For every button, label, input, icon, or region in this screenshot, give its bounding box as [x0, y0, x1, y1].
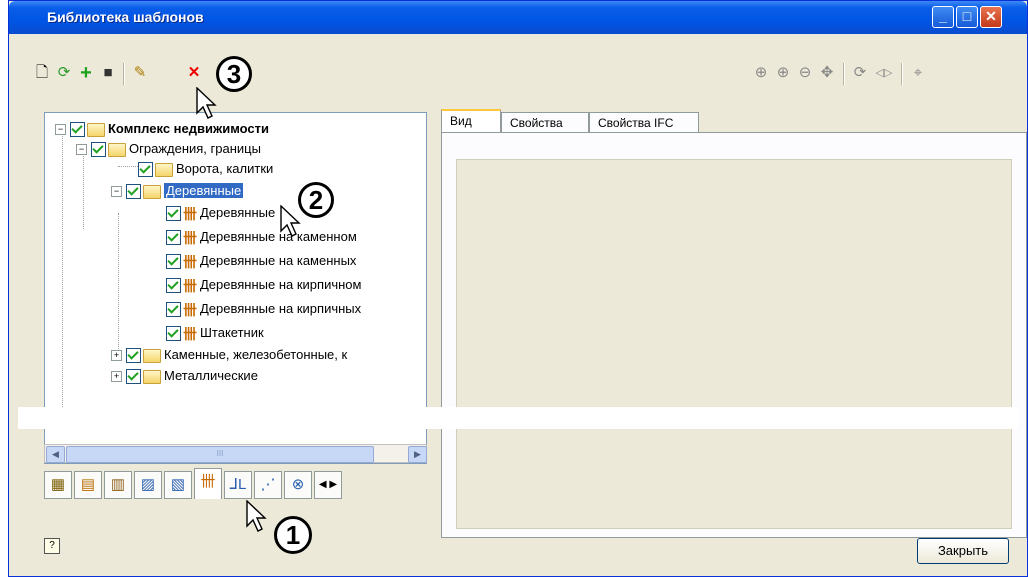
checkbox[interactable] [126, 184, 141, 200]
zoom-all-icon[interactable]: ⊕ [752, 64, 770, 82]
tab-scroll-arrows[interactable]: ◀ ▶ [314, 471, 342, 499]
tree-leaf[interactable]: 卌 Деревянные на кирпичном [166, 275, 361, 295]
toolbar-separator [901, 63, 903, 85]
cursor-icon [196, 87, 217, 119]
expand-icon[interactable]: + [111, 371, 122, 383]
help-icon[interactable]: ? [44, 538, 60, 554]
maximize-button[interactable]: □ [956, 6, 978, 28]
callout-2: 2 [298, 182, 334, 218]
checkbox[interactable] [166, 254, 181, 270]
folder-icon [143, 369, 161, 384]
cursor-icon [246, 500, 267, 532]
new-icon[interactable]: 🗋 [33, 64, 51, 82]
tree-leaf[interactable]: 卌 Деревянные на каменном [166, 227, 357, 247]
collapse-icon[interactable]: − [55, 124, 66, 136]
checkbox[interactable] [126, 369, 141, 385]
category-tab-fences[interactable]: 卌 [194, 468, 222, 499]
folder-icon [108, 142, 126, 157]
mirror-icon[interactable]: ◁▷ [875, 64, 893, 82]
fence-icon: 卌 [183, 253, 197, 270]
tree-node-gates[interactable]: Ворота, калитки [138, 159, 273, 179]
minimize-button[interactable]: _ [932, 6, 954, 28]
callout-1: 1 [274, 516, 312, 554]
tree-leaf[interactable]: 卌 Деревянные [166, 203, 275, 223]
toolbar-separator [843, 63, 845, 85]
category-tab-points[interactable]: ⋰ [254, 471, 282, 499]
tree-node-metal[interactable]: + Металлические [111, 366, 258, 386]
checkbox[interactable] [166, 278, 181, 294]
callout-3: 3 [216, 56, 252, 92]
folder-icon [143, 184, 161, 199]
save-icon[interactable]: ■ [99, 64, 117, 82]
add-icon[interactable]: + [77, 63, 95, 83]
checkbox[interactable] [138, 162, 153, 178]
collapse-icon[interactable]: − [111, 186, 122, 198]
checkbox[interactable] [166, 230, 181, 246]
fence-icon: 卌 [183, 277, 197, 294]
expand-icon[interactable]: + [111, 350, 122, 362]
cursor-icon [280, 205, 301, 237]
center-icon[interactable]: ⌖ [909, 64, 927, 82]
scroll-right-icon[interactable]: ▶ [408, 446, 427, 463]
category-tab-structures[interactable]: ▥ [104, 471, 132, 499]
scroll-left-icon[interactable]: ◀ [46, 446, 65, 463]
checkbox[interactable] [91, 142, 106, 158]
folder-icon [143, 348, 161, 363]
fence-icon: 卌 [183, 325, 197, 342]
fence-icon: 卌 [183, 205, 197, 222]
horizontal-scrollbar[interactable]: ◀ III ▶ [44, 444, 427, 463]
collapse-icon[interactable]: − [76, 144, 87, 156]
category-tab-buildings[interactable]: ▤ [74, 471, 102, 499]
preview-area [456, 159, 1012, 529]
category-tab-lines[interactable]: ⅃L [224, 471, 252, 499]
category-tab-map[interactable]: ▦ [44, 471, 72, 499]
tree-leaf[interactable]: 卌 Деревянные на кирпичных [166, 299, 361, 319]
zoom-out-icon[interactable]: ⊖ [796, 64, 814, 82]
title-bar: Библиотека шаблонов _ □ ✕ [9, 1, 1027, 34]
tree-node-wooden[interactable]: − Деревянные [111, 181, 244, 201]
checkbox[interactable] [166, 206, 181, 222]
category-tab-hatch-2[interactable]: ▧ [164, 471, 192, 499]
close-window-button[interactable]: ✕ [980, 6, 1002, 28]
tree-leaf[interactable]: 卌 Деревянные на каменных [166, 251, 356, 271]
tree-node-root[interactable]: − Комплекс недвижимости [55, 119, 269, 139]
checkbox[interactable] [166, 302, 181, 318]
checkbox[interactable] [70, 122, 85, 138]
scroll-thumb[interactable]: III [66, 446, 374, 463]
tree-leaf[interactable]: 卌 Штакетник [166, 323, 264, 343]
tab-properties[interactable]: Свойства [501, 112, 589, 133]
category-tab-hatch-1[interactable]: ▨ [134, 471, 162, 499]
new-template-icon[interactable]: ✎ [131, 64, 149, 82]
checkbox[interactable] [126, 348, 141, 364]
folder-icon [155, 162, 173, 177]
rotate-icon[interactable]: ⟳ [851, 64, 869, 82]
delete-icon[interactable]: ✕ [185, 64, 203, 82]
category-tab-symbols[interactable]: ⊗ [284, 471, 312, 499]
folder-icon [87, 122, 105, 137]
checkbox[interactable] [166, 326, 181, 342]
tab-ifc-properties[interactable]: Свойства IFC [589, 112, 699, 133]
close-button[interactable]: Закрыть [917, 538, 1009, 564]
tree-node-fences[interactable]: − Ограждения, границы [76, 139, 261, 159]
toolbar-separator [123, 63, 125, 85]
tree-node-stone[interactable]: + Каменные, железобетонные, к [111, 345, 347, 365]
open-icon[interactable]: ⟳ [55, 64, 73, 82]
zoom-in-icon[interactable]: ⊕ [774, 64, 792, 82]
tab-view[interactable]: Вид [441, 109, 501, 133]
fence-icon: 卌 [183, 229, 197, 246]
preview-panel [441, 132, 1027, 538]
fence-icon: 卌 [183, 301, 197, 318]
overlay-strip [18, 407, 1018, 429]
template-library-window: Библиотека шаблонов _ □ ✕ 🗋 ⟳ + ■ ✎ ✕ ⊕ … [8, 0, 1028, 577]
window-title: Библиотека шаблонов [47, 9, 204, 25]
pan-icon[interactable]: ✥ [818, 64, 836, 82]
